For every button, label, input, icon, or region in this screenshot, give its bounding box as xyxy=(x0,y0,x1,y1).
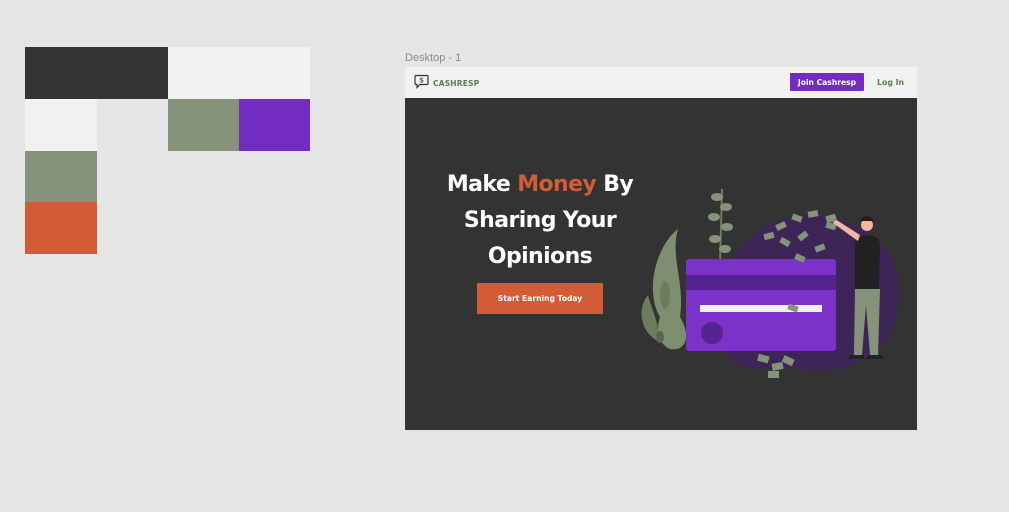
start-earning-button[interactable]: Start Earning Today xyxy=(477,283,603,314)
swatch-purple xyxy=(239,99,310,151)
chat-dollar-icon: $ xyxy=(414,74,429,93)
join-button[interactable]: Join Cashresp xyxy=(790,73,864,91)
swatch-orange xyxy=(25,202,97,254)
svg-text:$: $ xyxy=(419,77,424,85)
swatch-dark xyxy=(25,47,168,99)
swatch-sage-2 xyxy=(25,151,97,202)
logo[interactable]: $ CASHRESP xyxy=(414,74,479,93)
desktop-frame: $ CASHRESP Join Cashresp Log In Make Mon… xyxy=(405,67,917,430)
login-link[interactable]: Log In xyxy=(877,73,904,91)
frame-label[interactable]: Desktop - 1 xyxy=(405,52,461,64)
hero-title-part-1: Make xyxy=(446,172,518,197)
hero-title-accent: Money xyxy=(517,172,597,197)
swatch-light-2 xyxy=(25,99,97,151)
swatch-light xyxy=(168,47,310,99)
logo-text: CASHRESP xyxy=(433,79,480,88)
hero-title: Make Money By Sharing Your Opinions xyxy=(425,167,655,275)
swatch-sage xyxy=(168,99,239,151)
navbar: $ CASHRESP Join Cashresp Log In xyxy=(405,67,917,98)
credit-card-money-illustration xyxy=(630,177,910,391)
